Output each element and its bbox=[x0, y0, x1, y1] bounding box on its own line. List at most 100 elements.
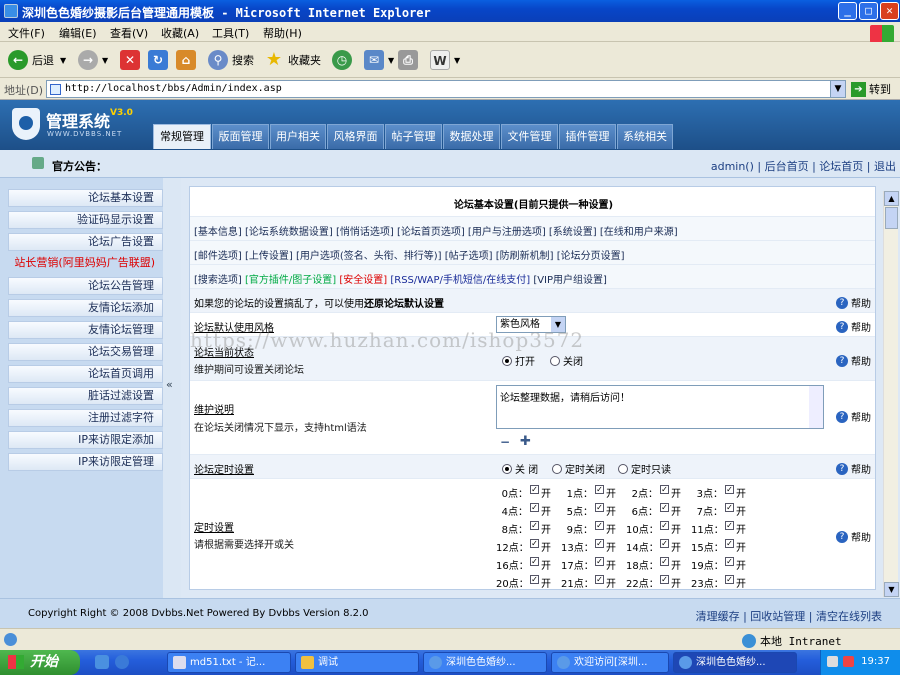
tab-files[interactable]: 文件管理 bbox=[501, 124, 558, 149]
sidebar-item-captcha[interactable]: 验证码显示设置 bbox=[8, 211, 163, 229]
tray-network-icon[interactable] bbox=[827, 656, 838, 667]
timer-readonly-radio[interactable]: 定时只读 bbox=[618, 461, 671, 476]
forward-button[interactable]: → ▼ bbox=[78, 49, 108, 71]
shrink-icon[interactable]: − bbox=[500, 435, 510, 449]
window-title-bar[interactable]: 深圳色色婚纱摄影后台管理通用模板 - Microsoft Internet Ex… bbox=[0, 0, 900, 22]
edit-dropdown-icon[interactable]: ▼ bbox=[454, 56, 460, 65]
hour-checkbox[interactable]: ✓ bbox=[595, 538, 604, 548]
hour-toggle[interactable]: 22点： ✓ 开 bbox=[626, 574, 691, 589]
hour-toggle[interactable]: 23点： ✓ 开 bbox=[691, 574, 756, 589]
hour-checkbox[interactable]: ✓ bbox=[530, 556, 539, 566]
hour-toggle[interactable]: 10点： ✓ 开 bbox=[626, 520, 691, 536]
hour-toggle[interactable]: 18点： ✓ 开 bbox=[626, 556, 691, 572]
collapse-icon[interactable]: « bbox=[166, 378, 173, 391]
hour-checkbox[interactable]: ✓ bbox=[595, 484, 604, 494]
quicklaunch-desktop-icon[interactable] bbox=[95, 655, 109, 669]
minimize-button[interactable]: _ bbox=[838, 2, 857, 20]
sidebar-item-register-filter[interactable]: 注册过滤字符 bbox=[8, 409, 163, 427]
task-browser-3[interactable]: 深圳色色婚纱... bbox=[673, 652, 797, 673]
help-link[interactable]: ? 帮助 bbox=[836, 319, 871, 334]
hour-toggle[interactable]: 9点： ✓ 开 bbox=[561, 520, 626, 536]
tab-posts[interactable]: 帖子管理 bbox=[385, 124, 442, 149]
hour-checkbox[interactable]: ✓ bbox=[725, 484, 734, 494]
radio-unchecked[interactable] bbox=[618, 464, 628, 474]
forward-dropdown-icon[interactable]: ▼ bbox=[102, 56, 108, 65]
help-link[interactable]: ? 帮助 bbox=[836, 529, 871, 544]
footer-links[interactable]: 清理缓存 | 回收站管理 | 清空在线列表 bbox=[696, 608, 882, 624]
scroll-thumb[interactable] bbox=[885, 207, 898, 229]
sidebar-item-friend-add[interactable]: 友情论坛添加 bbox=[8, 299, 163, 317]
hour-toggle[interactable]: 19点： ✓ 开 bbox=[691, 556, 756, 572]
hour-checkbox[interactable]: ✓ bbox=[530, 484, 539, 494]
mail-dropdown-icon[interactable]: ▼ bbox=[388, 56, 394, 65]
history-button[interactable]: ◷ bbox=[332, 49, 356, 71]
go-button[interactable]: ➔ 转到 bbox=[851, 81, 891, 97]
close-button[interactable]: ✕ bbox=[880, 2, 899, 20]
main-scrollbar[interactable]: ▲ ▼ bbox=[883, 191, 899, 597]
sidebar-item-home-call[interactable]: 论坛首页调用 bbox=[8, 365, 163, 383]
mail-button[interactable]: ✉ ▼ bbox=[364, 49, 394, 71]
link-security[interactable]: [安全设置] bbox=[339, 275, 387, 286]
timer-off-radio[interactable]: 关 闭 bbox=[502, 461, 538, 476]
hour-checkbox[interactable]: ✓ bbox=[725, 538, 734, 548]
hour-toggle[interactable]: 13点： ✓ 开 bbox=[561, 538, 626, 554]
hour-toggle[interactable]: 21点： ✓ 开 bbox=[561, 574, 626, 589]
hour-checkbox[interactable]: ✓ bbox=[660, 520, 669, 530]
tab-board[interactable]: 版面管理 bbox=[212, 124, 269, 149]
task-browser-1[interactable]: 深圳色色婚纱... bbox=[423, 652, 547, 673]
menu-edit[interactable]: 编辑(E) bbox=[59, 25, 97, 41]
hour-checkbox[interactable]: ✓ bbox=[725, 502, 734, 512]
menu-tools[interactable]: 工具(T) bbox=[212, 25, 249, 41]
help-link[interactable]: ? 帮助 bbox=[836, 461, 871, 476]
hour-checkbox[interactable]: ✓ bbox=[725, 574, 734, 584]
print-button[interactable]: ⎙ bbox=[398, 49, 422, 71]
hour-toggle[interactable]: 5点： ✓ 开 bbox=[561, 502, 626, 518]
hour-toggle[interactable]: 1点： ✓ 开 bbox=[561, 484, 626, 500]
hour-checkbox[interactable]: ✓ bbox=[660, 574, 669, 584]
tray-app-icon[interactable] bbox=[843, 656, 854, 667]
home-button[interactable]: ⌂ bbox=[176, 49, 200, 71]
stop-button[interactable]: ✕ bbox=[120, 49, 144, 71]
hour-toggle[interactable]: 7点： ✓ 开 bbox=[691, 502, 756, 518]
address-input[interactable]: http://localhost/bbs/Admin/index.asp bbox=[46, 80, 846, 98]
hour-toggle[interactable]: 6点： ✓ 开 bbox=[626, 502, 691, 518]
help-link[interactable]: ? 帮助 bbox=[836, 295, 871, 310]
hour-checkbox[interactable]: ✓ bbox=[660, 538, 669, 548]
link-vip-group[interactable]: [VIP用户组设置] bbox=[533, 275, 607, 286]
radio-checked[interactable] bbox=[502, 356, 512, 366]
link-search-options[interactable]: [搜索选项] bbox=[194, 275, 242, 286]
task-browser-2[interactable]: 欢迎访问[深圳... bbox=[551, 652, 669, 673]
expand-icon[interactable]: ✚ bbox=[520, 434, 531, 449]
hour-toggle[interactable]: 8点： ✓ 开 bbox=[496, 520, 561, 536]
link-official-plugins[interactable]: [官方插件/图子设置] bbox=[245, 275, 336, 286]
help-link[interactable]: ? 帮助 bbox=[836, 409, 871, 424]
sidebar-item-ads[interactable]: 论坛广告设置 bbox=[8, 233, 163, 251]
link-rss-wap[interactable]: [RSS/WAP/手机短信/在线支付] bbox=[390, 275, 530, 286]
address-dropdown-icon[interactable]: ▼ bbox=[830, 80, 846, 98]
hour-toggle[interactable]: 14点： ✓ 开 bbox=[626, 538, 691, 554]
refresh-button[interactable]: ↻ bbox=[148, 49, 172, 71]
hour-toggle[interactable]: 11点： ✓ 开 bbox=[691, 520, 756, 536]
scroll-up-icon[interactable]: ▲ bbox=[884, 191, 899, 206]
tab-general[interactable]: 常规管理 bbox=[153, 124, 211, 149]
hour-checkbox[interactable]: ✓ bbox=[660, 484, 669, 494]
maintenance-textarea[interactable]: 论坛整理数据，请稍后访问！ bbox=[496, 385, 824, 429]
task-debug[interactable]: 调试 bbox=[295, 652, 419, 673]
hour-checkbox[interactable]: ✓ bbox=[530, 538, 539, 548]
hour-checkbox[interactable]: ✓ bbox=[660, 556, 669, 566]
sidebar-item-ip-manage[interactable]: IP来访限定管理 bbox=[8, 453, 163, 471]
radio-unchecked[interactable] bbox=[552, 464, 562, 474]
sidebar-item-word-filter[interactable]: 脏话过滤设置 bbox=[8, 387, 163, 405]
sidebar-collapse-bar[interactable]: « bbox=[163, 178, 181, 598]
menu-file[interactable]: 文件(F) bbox=[8, 25, 45, 41]
tab-system[interactable]: 系统相关 bbox=[617, 124, 673, 149]
maximize-button[interactable]: □ bbox=[859, 2, 878, 20]
hour-checkbox[interactable]: ✓ bbox=[725, 520, 734, 530]
style-select[interactable]: 紫色风格 ▼ bbox=[496, 316, 566, 333]
menu-view[interactable]: 查看(V) bbox=[110, 25, 148, 41]
favorites-button[interactable]: ★ 收藏夹 bbox=[264, 49, 321, 71]
back-button[interactable]: ← 后退 ▼ bbox=[8, 49, 66, 71]
tab-plugins[interactable]: 插件管理 bbox=[559, 124, 616, 149]
hour-toggle[interactable]: 12点： ✓ 开 bbox=[496, 538, 561, 554]
section-links-1[interactable]: [基本信息] [论坛系统数据设置] [悄悄话选项] [论坛首页选项] [用户与注… bbox=[194, 223, 678, 238]
